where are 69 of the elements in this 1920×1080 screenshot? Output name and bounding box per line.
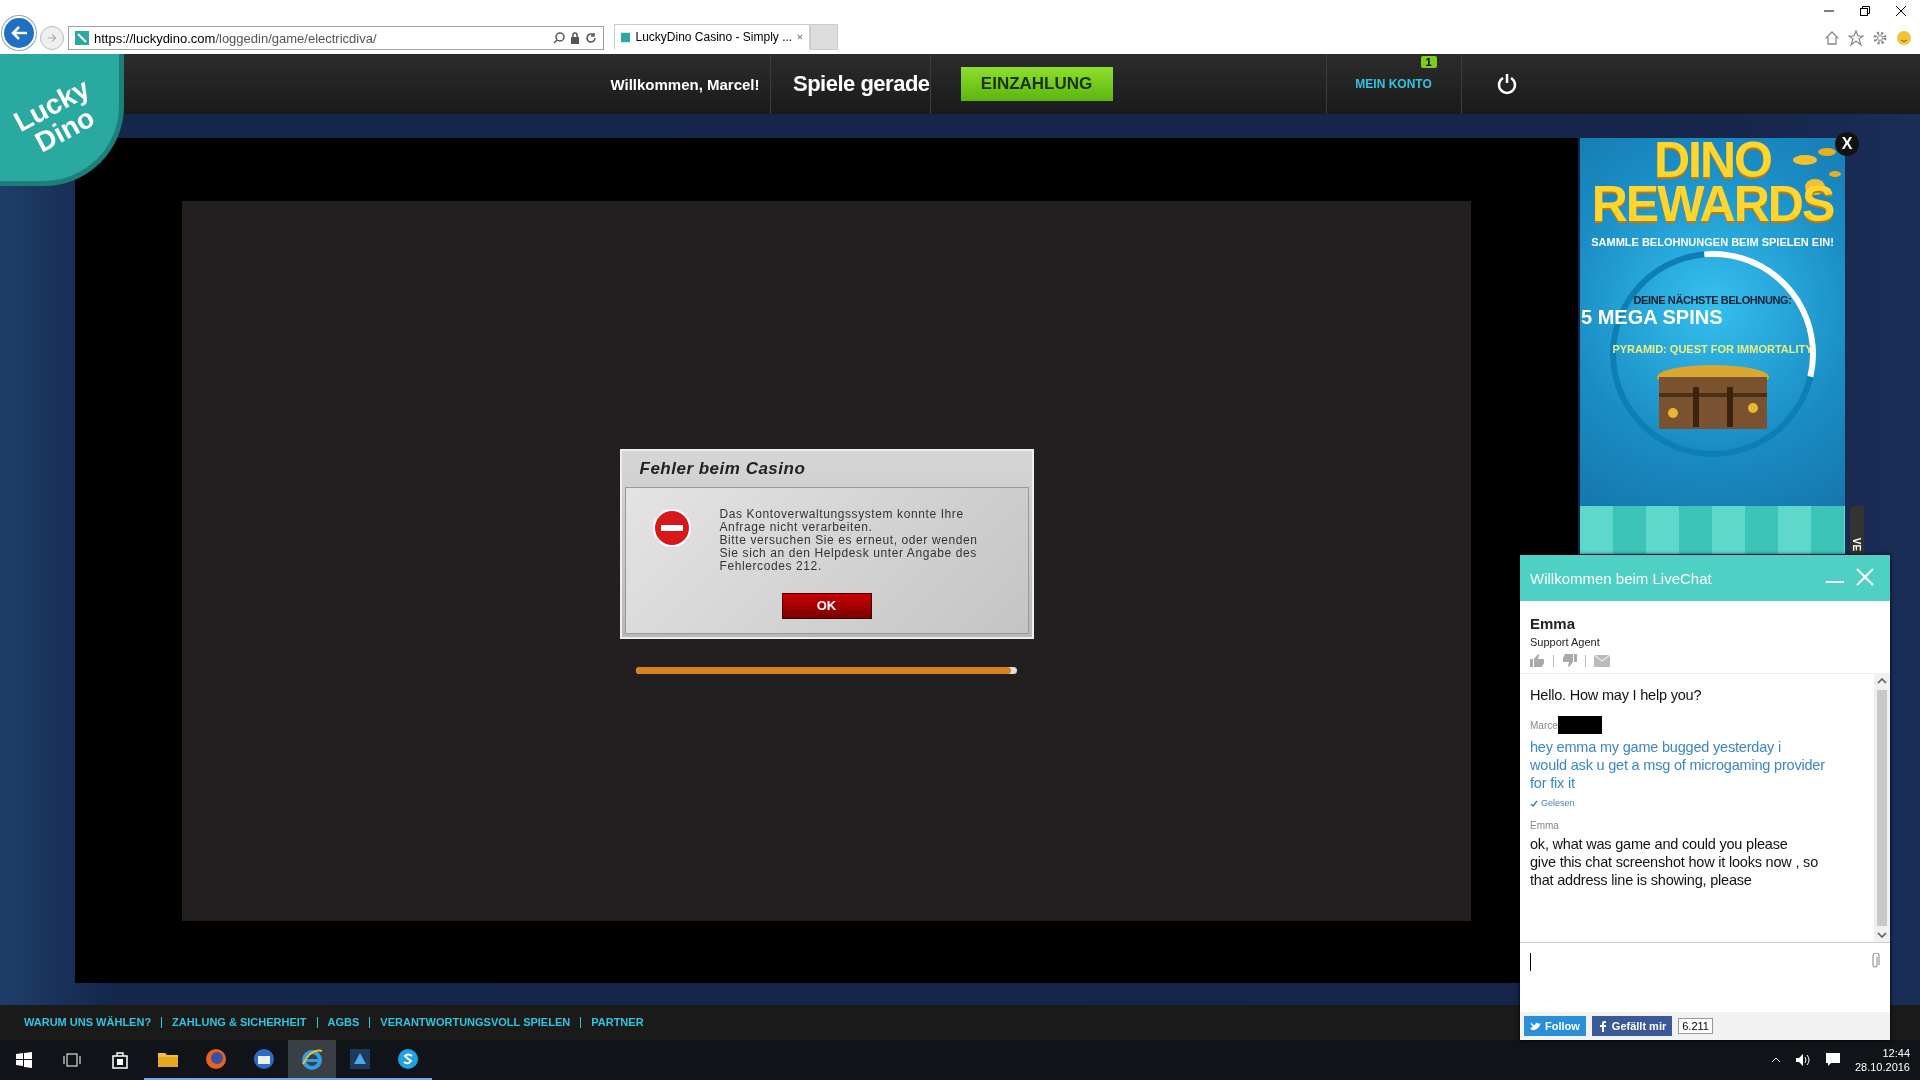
footer-link[interactable]: WARUM UNS WÄHLEN? (24, 1017, 162, 1028)
start-icon[interactable] (16, 1052, 32, 1068)
check-icon (1530, 799, 1538, 807)
chat-title: Willkommen beim LiveChat (1530, 569, 1713, 587)
task-view-icon[interactable] (63, 1053, 81, 1067)
agent-name: Emma (1530, 615, 1577, 632)
sender-name: Marce (1530, 719, 1558, 731)
close-icon[interactable] (1896, 6, 1906, 16)
address-bar[interactable]: https://luckydino.com/loggedin/game/electricdiva/ (68, 26, 604, 50)
scroll-up-icon[interactable] (1877, 678, 1887, 684)
footer-link[interactable]: VERANTWORTUNGSVOLL SPIELEN (369, 1017, 581, 1028)
ok-button[interactable]: OK (781, 592, 872, 619)
redaction-bar (1557, 716, 1602, 734)
notification-icon[interactable] (1824, 1052, 1841, 1068)
star-icon[interactable] (1848, 30, 1864, 46)
lock-icon[interactable] (570, 32, 580, 44)
banner-subtitle: SAMMLE BELOHNUNGEN BEIM SPIELEN EIN! (1591, 236, 1834, 248)
restore-icon[interactable] (1860, 6, 1870, 16)
like-count: 6.211 (1678, 1018, 1713, 1034)
error-message: Das Kontoverwaltungssystem konnte Ihre Anfrage nicht verarbeiten. Bitte versuchen Sie es erneut, oder wenden Sie sich an den Helpdesk unter Angabe des Fehlercodes 212. (719, 507, 978, 573)
footer-link[interactable]: AGBS (316, 1017, 370, 1028)
browser-icon[interactable] (301, 1048, 323, 1070)
thumbs-down-icon[interactable] (1562, 654, 1577, 667)
close-button[interactable]: X (1835, 132, 1859, 156)
chat-message: Hello. How may I help you? (1530, 686, 1703, 704)
home-icon[interactable] (1824, 30, 1840, 46)
stop-icon (651, 507, 692, 548)
reward-label: DEINE NÄCHSTE BELOHNUNG: (1633, 294, 1792, 306)
site-icon (621, 30, 631, 44)
power-icon[interactable] (1496, 73, 1517, 95)
app-icon[interactable] (349, 1048, 371, 1070)
browser-icon[interactable] (205, 1048, 227, 1070)
dialog-title: Fehler beim Casino (638, 457, 807, 480)
store-icon[interactable] (111, 1051, 129, 1069)
clock-time[interactable]: 12:44 (1882, 1046, 1910, 1060)
chevron-up-icon[interactable] (1770, 1057, 1781, 1063)
paperclip-icon[interactable] (1870, 953, 1880, 969)
mail-app-icon[interactable] (253, 1048, 275, 1070)
facebook-icon[interactable] (1597, 1020, 1608, 1032)
notification-badge: 1 (1420, 56, 1437, 68)
site-icon (75, 31, 89, 45)
skype-icon[interactable] (397, 1048, 419, 1070)
chat-message: ok, what was game and could you please give this chat screenshot how it looks now , so that address line is showing, please (1530, 835, 1819, 889)
back-button[interactable] (2, 16, 36, 50)
scroll-down-icon[interactable] (1877, 932, 1887, 938)
footer-link[interactable]: PARTNER (580, 1017, 654, 1028)
refresh-icon[interactable] (585, 32, 597, 44)
read-status: Gelesen (1541, 798, 1575, 808)
smiley-icon[interactable] (1896, 30, 1912, 46)
search-icon[interactable] (553, 32, 565, 44)
agent-role: Support Agent (1530, 636, 1601, 648)
footer-link[interactable]: ZAHLUNG & SICHERHEIT (161, 1017, 317, 1028)
speaker-icon[interactable] (1794, 1053, 1811, 1067)
reward-text: 5 MEGA SPINS (1581, 306, 1723, 329)
sender-name: Emma (1530, 820, 1559, 831)
settings-icon[interactable] (1872, 30, 1888, 46)
browser-tab[interactable]: LuckyDino Casino - Simply ... (614, 24, 810, 50)
scrollbar[interactable] (1874, 674, 1890, 942)
thumbs-up-icon[interactable] (1530, 654, 1545, 667)
side-tab[interactable]: VE (1850, 506, 1864, 556)
deposit-button[interactable]: EINZAHLUNG (960, 67, 1113, 101)
chat-message: hey emma my game bugged yesterday i would ask u get a msg of microgaming provider for fix it (1530, 738, 1826, 792)
banner-title: REWARDS (1591, 182, 1834, 226)
bird-icon[interactable] (1530, 1021, 1542, 1031)
account-link[interactable]: MEIN KONTO (1355, 77, 1432, 91)
folder-icon[interactable] (157, 1050, 179, 1068)
banner-title: DINO (1654, 138, 1771, 182)
like-button[interactable]: Gefällt mir (1591, 1016, 1673, 1036)
clock-date[interactable]: 28.10.2016 (1854, 1060, 1910, 1074)
